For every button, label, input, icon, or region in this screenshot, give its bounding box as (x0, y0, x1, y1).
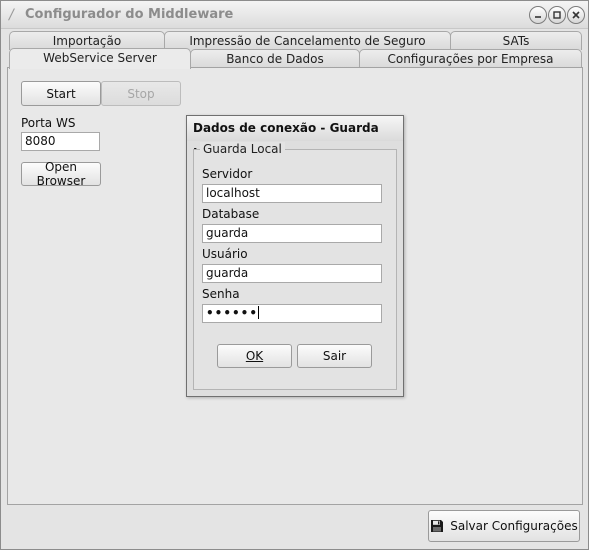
ok-button[interactable]: OK (217, 344, 292, 368)
salvar-configuracoes-button[interactable]: Salvar Configurações (428, 510, 580, 542)
window-title: Configurador do Middleware (25, 7, 234, 22)
open-browser-button[interactable]: Open Browser (21, 160, 101, 188)
database-label: Database (202, 207, 260, 221)
tab-impressao-cancelamento[interactable]: Impressão de Cancelamento de Seguro (164, 31, 451, 50)
servidor-input[interactable]: localhost (202, 184, 382, 203)
close-button[interactable] (567, 6, 585, 24)
app-logo-icon: / (9, 7, 14, 23)
servidor-label: Servidor (202, 167, 253, 181)
tab-webservice-server[interactable]: WebService Server (9, 48, 191, 69)
usuario-label: Usuário (202, 247, 248, 261)
title-bar[interactable]: / Configurador do Middleware (1, 1, 588, 29)
main-window: / Configurador do Middleware Importação … (0, 0, 589, 550)
dialog-title[interactable]: Dados de conexão - Guarda Local (187, 116, 403, 160)
porta-ws-input[interactable]: 8080 (21, 132, 100, 151)
tab-configuracoes-empresa[interactable]: Configurações por Empresa (359, 49, 582, 68)
usuario-input[interactable]: guarda (202, 264, 382, 283)
tab-banco-de-dados[interactable]: Banco de Dados (190, 49, 360, 68)
tab-sats[interactable]: SATs (450, 31, 582, 50)
maximize-icon (553, 11, 561, 19)
porta-ws-label: Porta WS (21, 116, 76, 130)
senha-label: Senha (202, 287, 240, 301)
salvar-configuracoes-label: Salvar Configurações (450, 519, 578, 533)
sair-button[interactable]: Sair (297, 344, 372, 368)
database-input[interactable]: guarda (202, 224, 382, 243)
connection-dialog: Dados de conexão - Guarda Local Guarda L… (186, 115, 404, 397)
close-icon (572, 11, 580, 19)
senha-masked-value: •••••• (206, 306, 259, 320)
floppy-disk-icon (431, 520, 444, 532)
senha-input[interactable]: •••••• (202, 304, 382, 323)
start-button[interactable]: Start (21, 81, 101, 106)
text-caret (258, 306, 260, 319)
maximize-button[interactable] (548, 6, 566, 24)
stop-button[interactable]: Stop (101, 81, 181, 106)
group-title: Guarda Local (200, 142, 285, 156)
sair-button-label: Sair (322, 349, 347, 363)
guarda-local-group: Guarda Local Servidor localhost Database… (193, 142, 397, 390)
minimize-button[interactable] (529, 6, 547, 24)
minimize-icon (535, 16, 541, 18)
ok-button-label: OK (245, 349, 264, 363)
